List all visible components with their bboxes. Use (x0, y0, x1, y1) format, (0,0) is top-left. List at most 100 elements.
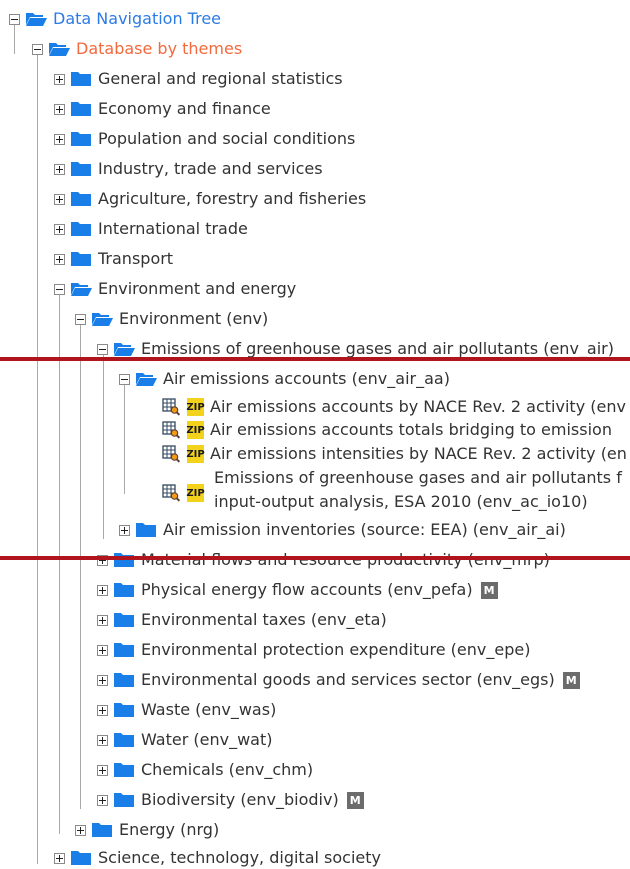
expand-toggle[interactable] (97, 584, 108, 596)
expand-toggle[interactable] (97, 794, 108, 806)
tree-node-label[interactable]: Air emissions accounts (env_air_aa) (163, 368, 450, 390)
dataset-label[interactable]: Emissions of greenhouse gases and air po… (214, 466, 622, 490)
expand-toggle[interactable] (97, 644, 108, 656)
dataset-item[interactable]: ZIP Air emissions intensities by NACE Re… (162, 443, 627, 465)
tree-node-env-child[interactable]: Material flows and resource productivity… (97, 549, 550, 571)
folder-open-icon (113, 341, 135, 357)
tree-node-label[interactable]: Physical energy flow accounts (env_pefa) (141, 579, 473, 601)
dataset-item[interactable]: ZIP Air emissions accounts by NACE Rev. … (162, 396, 626, 418)
folder-icon (113, 582, 135, 598)
expand-toggle[interactable] (54, 193, 65, 205)
tree-node-energy[interactable]: Energy (nrg) (75, 819, 219, 841)
dataset-item[interactable]: ZIP (162, 482, 205, 504)
tree-node-environment[interactable]: Environment (env) (75, 308, 268, 330)
metadata-icon[interactable]: M (346, 791, 364, 809)
tree-node-env-child[interactable]: Environmental protection expenditure (en… (97, 639, 530, 661)
tree-node-theme[interactable]: Population and social conditions (54, 128, 355, 150)
tree-node-label[interactable]: Population and social conditions (98, 128, 355, 150)
tree-node-label[interactable]: Science, technology, digital society (98, 847, 381, 869)
tree-node-env-child[interactable]: Water (env_wat) (97, 729, 272, 751)
expand-toggle[interactable] (97, 764, 108, 776)
folder-icon (91, 822, 113, 838)
expand-toggle[interactable] (54, 103, 65, 115)
collapse-toggle[interactable] (75, 313, 86, 325)
highlight-bar-bottom (0, 556, 630, 560)
zip-download-icon[interactable]: ZIP (186, 398, 205, 416)
tree-node-label[interactable]: Biodiversity (env_biodiv) (141, 789, 339, 811)
tree-node-label[interactable]: Agriculture, forestry and fisheries (98, 188, 366, 210)
dataset-label[interactable]: Air emissions accounts totals bridging t… (210, 419, 612, 441)
tree-node-label[interactable]: General and regional statistics (98, 68, 343, 90)
expand-toggle[interactable] (54, 223, 65, 235)
tree-node-label[interactable]: Material flows and resource productivity… (141, 549, 550, 571)
dataset-item[interactable]: ZIP Air emissions accounts totals bridgi… (162, 419, 612, 441)
metadata-icon[interactable]: M (480, 581, 498, 599)
folder-icon (113, 762, 135, 778)
table-search-icon[interactable] (162, 445, 180, 463)
table-search-icon[interactable] (162, 484, 180, 502)
collapse-toggle[interactable] (119, 373, 130, 385)
table-search-icon[interactable] (162, 398, 180, 416)
tree-node-label[interactable]: Water (env_wat) (141, 729, 272, 751)
folder-icon (113, 552, 135, 568)
folder-icon (70, 71, 92, 87)
tree-node-label[interactable]: Air emission inventories (source: EEA) (… (163, 519, 566, 541)
dataset-label[interactable]: input-output analysis, ESA 2010 (env_ac_… (214, 490, 588, 514)
tree-node-label[interactable]: Data Navigation Tree (53, 8, 221, 30)
collapse-toggle[interactable] (97, 343, 108, 355)
expand-toggle[interactable] (54, 163, 65, 175)
tree-node-env-child[interactable]: Biodiversity (env_biodiv) M (97, 789, 364, 811)
metadata-icon[interactable]: M (562, 671, 580, 689)
tree-node-theme[interactable]: General and regional statistics (54, 68, 343, 90)
folder-icon (113, 642, 135, 658)
tree-node-env-child[interactable]: Environmental taxes (env_eta) (97, 609, 387, 631)
tree-node-theme[interactable]: Transport (54, 248, 173, 270)
tree-node-theme[interactable]: Economy and finance (54, 98, 271, 120)
tree-node-env-child[interactable]: Waste (env_was) (97, 699, 276, 721)
expand-toggle[interactable] (97, 614, 108, 626)
dataset-label[interactable]: Air emissions intensities by NACE Rev. 2… (210, 443, 627, 465)
tree-node-theme[interactable]: Industry, trade and services (54, 158, 323, 180)
tree-node-env-child[interactable]: Chemicals (env_chm) (97, 759, 313, 781)
tree-node-label[interactable]: Industry, trade and services (98, 158, 323, 180)
expand-toggle[interactable] (75, 824, 86, 836)
tree-node-label[interactable]: Environmental taxes (env_eta) (141, 609, 387, 631)
tree-node-theme[interactable]: Agriculture, forestry and fisheries (54, 188, 366, 210)
tree-node-label[interactable]: Environmental protection expenditure (en… (141, 639, 530, 661)
tree-node-label[interactable]: Energy (nrg) (119, 819, 219, 841)
expand-toggle[interactable] (97, 674, 108, 686)
expand-toggle[interactable] (97, 704, 108, 716)
table-search-icon[interactable] (162, 421, 180, 439)
tree-node-label[interactable]: Waste (env_was) (141, 699, 276, 721)
zip-download-icon[interactable]: ZIP (186, 421, 205, 439)
expand-toggle[interactable] (97, 734, 108, 746)
expand-toggle[interactable] (54, 133, 65, 145)
tree-node-themes[interactable]: Database by themes (32, 38, 242, 60)
tree-node-env-child[interactable]: Physical energy flow accounts (env_pefa)… (97, 579, 498, 601)
tree-node-label[interactable]: Environmental goods and services sector … (141, 669, 555, 691)
expand-toggle[interactable] (54, 253, 65, 265)
tree-node-env-child[interactable]: Environmental goods and services sector … (97, 669, 580, 691)
tree-node-inventories[interactable]: Air emission inventories (source: EEA) (… (119, 519, 566, 541)
tree-node-root[interactable]: Data Navigation Tree (9, 8, 221, 30)
expand-toggle[interactable] (54, 852, 65, 864)
tree-node-theme[interactable]: International trade (54, 218, 248, 240)
tree-node-air-accounts[interactable]: Air emissions accounts (env_air_aa) (119, 368, 450, 390)
tree-node-theme[interactable]: Environment and energy (54, 278, 296, 300)
tree-node-label[interactable]: International trade (98, 218, 248, 240)
tree-node-label[interactable]: Environment and energy (98, 278, 296, 300)
tree-node-label[interactable]: Database by themes (76, 38, 242, 60)
tree-node-label[interactable]: Environment (env) (119, 308, 268, 330)
collapse-toggle[interactable] (9, 13, 20, 25)
tree-node-theme[interactable]: Science, technology, digital society (54, 847, 381, 869)
expand-toggle[interactable] (54, 73, 65, 85)
collapse-toggle[interactable] (32, 43, 43, 55)
zip-download-icon[interactable]: ZIP (186, 445, 205, 463)
tree-node-label[interactable]: Chemicals (env_chm) (141, 759, 313, 781)
zip-download-icon[interactable]: ZIP (186, 484, 205, 502)
collapse-toggle[interactable] (54, 283, 65, 295)
tree-node-label[interactable]: Transport (98, 248, 173, 270)
dataset-label[interactable]: Air emissions accounts by NACE Rev. 2 ac… (210, 396, 626, 418)
tree-node-label[interactable]: Economy and finance (98, 98, 271, 120)
expand-toggle[interactable] (119, 524, 130, 536)
